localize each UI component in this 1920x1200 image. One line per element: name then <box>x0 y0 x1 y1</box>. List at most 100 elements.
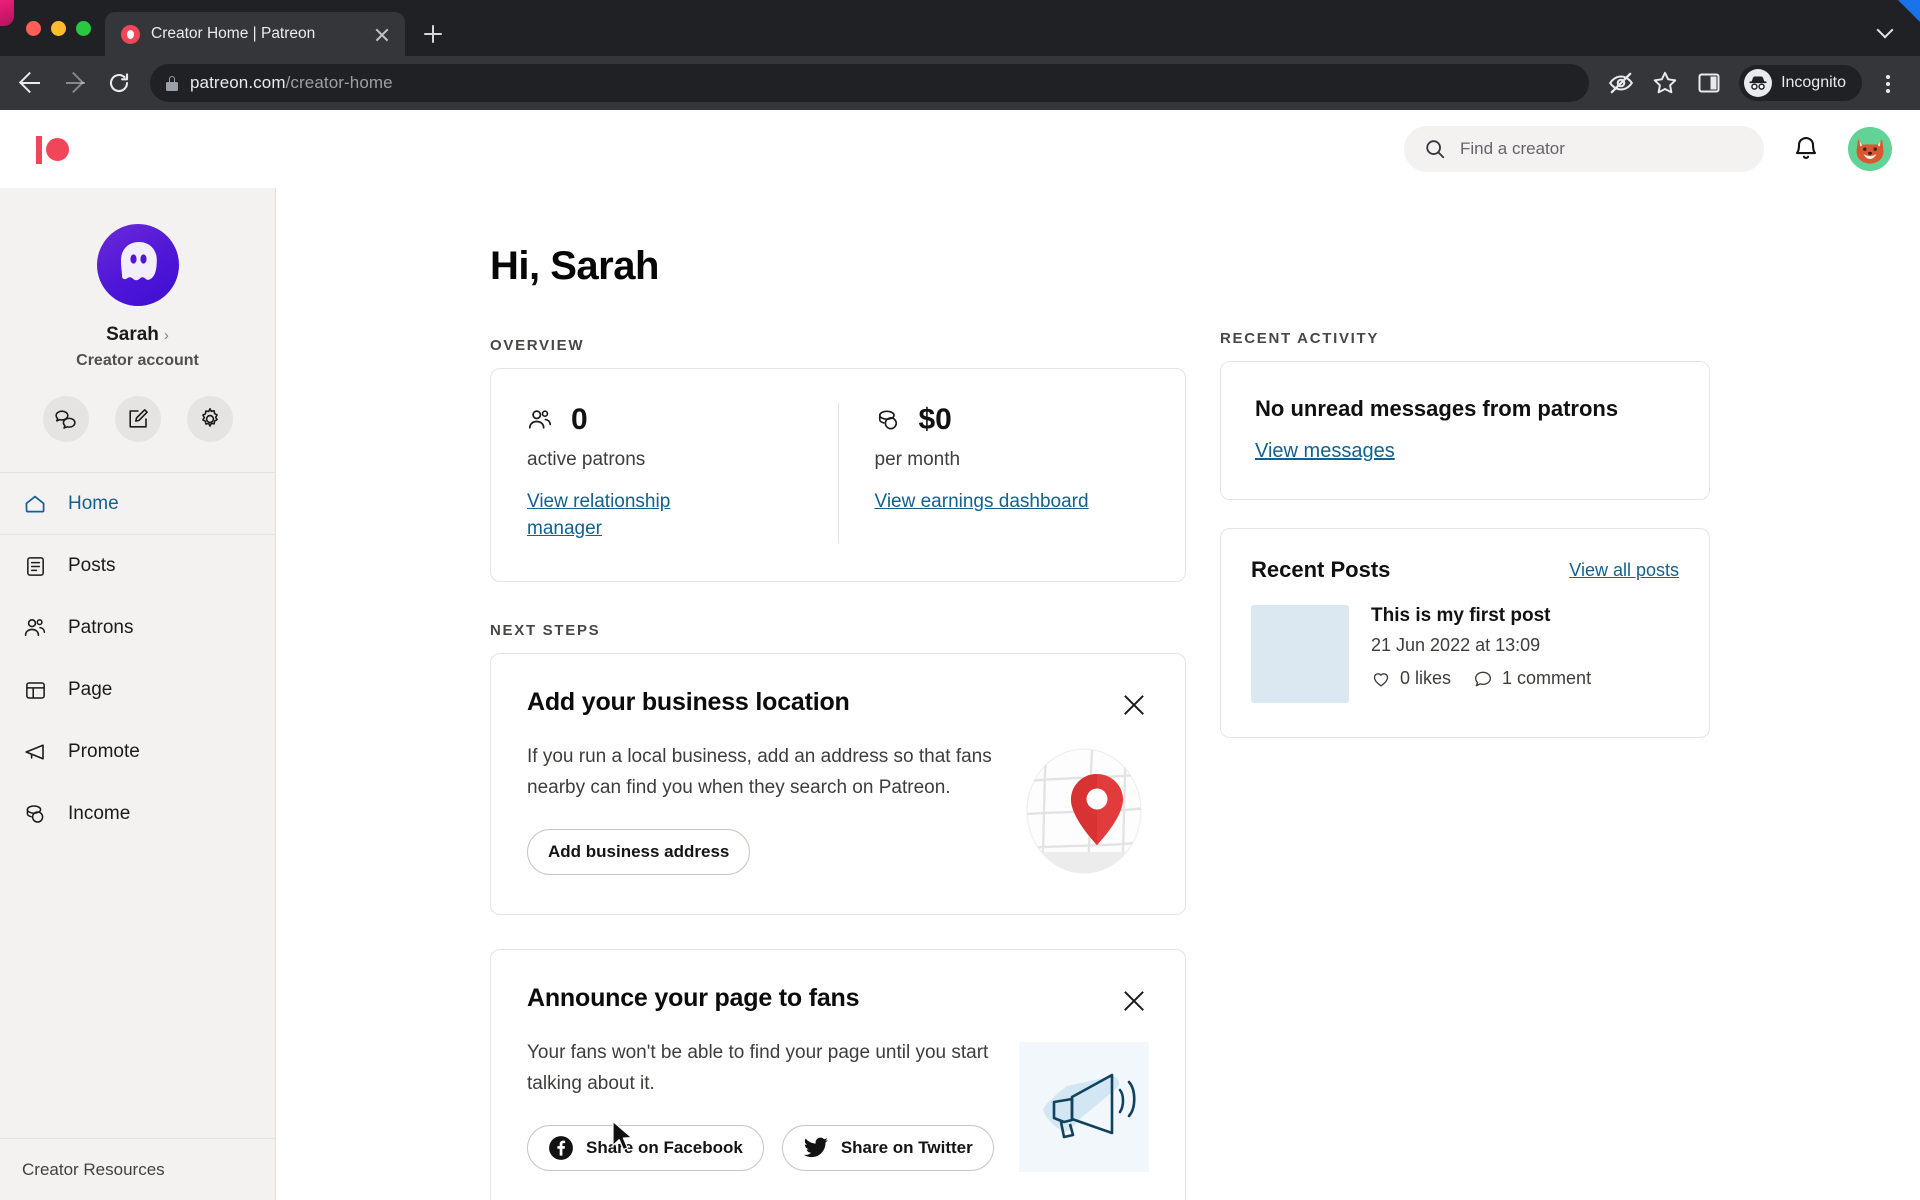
search-input[interactable]: Find a creator <box>1404 126 1764 172</box>
notifications-button[interactable] <box>1784 127 1828 171</box>
third-party-cookies-blocked-button[interactable] <box>1601 63 1641 103</box>
twitter-icon <box>803 1137 829 1159</box>
card-description: Your fans won't be able to find your pag… <box>527 1038 999 1100</box>
window-corner-accent <box>1898 0 1920 22</box>
search-placeholder: Find a creator <box>1460 139 1565 159</box>
bookmark-star-icon <box>1652 70 1678 96</box>
main-left-column: Hi, Sarah OVERVIEW <box>490 244 1186 1200</box>
coins-icon <box>875 407 901 433</box>
close-window-button[interactable] <box>26 21 41 36</box>
sidebar-item-page[interactable]: Page <box>0 659 275 721</box>
sidebar-item-promote[interactable]: Promote <box>0 721 275 783</box>
tab-title: Creator Home | Patreon <box>151 25 360 43</box>
view-all-posts-link[interactable]: View all posts <box>1569 560 1679 581</box>
maximize-window-button[interactable] <box>76 21 91 36</box>
browser-tab[interactable]: Creator Home | Patreon <box>105 12 405 56</box>
settings-button[interactable] <box>187 396 233 442</box>
browser-tab-strip: Creator Home | Patreon <box>0 0 1920 56</box>
forward-button[interactable] <box>54 62 96 104</box>
side-panel-icon <box>1697 71 1721 95</box>
sidebar-profile-role: Creator account <box>0 352 275 370</box>
overview-stat-earnings: $0 per month View earnings dashboard <box>838 403 1186 543</box>
map-pin-illustration <box>1019 746 1149 876</box>
overview-card: 0 active patrons View relationship manag… <box>490 368 1186 582</box>
incognito-avatar-icon <box>1744 69 1772 97</box>
bookmark-button[interactable] <box>1645 63 1685 103</box>
back-button[interactable] <box>10 62 52 104</box>
sidebar-nav: Home Posts <box>0 473 275 845</box>
fox-avatar-icon <box>1848 127 1892 171</box>
unread-messages-card: No unread messages from patrons View mes… <box>1220 361 1710 500</box>
chevron-right-icon: › <box>164 327 169 344</box>
share-on-twitter-button[interactable]: Share on Twitter <box>782 1125 994 1171</box>
patreon-header: Find a creator <box>0 110 1920 188</box>
recent-activity-section-label: RECENT ACTIVITY <box>1220 330 1710 347</box>
address-bar[interactable]: patreon.com/creator-home <box>150 64 1589 102</box>
post-likes: 0 likes <box>1371 668 1451 689</box>
patreon-favicon <box>121 25 140 44</box>
browser-menu-button[interactable] <box>1870 63 1906 103</box>
page-content: Find a creator <box>0 110 1920 1200</box>
search-icon <box>1424 138 1446 160</box>
sidebar-profile-name[interactable]: Sarah› <box>0 324 275 346</box>
lock-icon <box>166 76 178 91</box>
people-icon <box>527 407 553 433</box>
page-body: Sarah› Creator account <box>0 188 1920 1200</box>
post-title: This is my first post <box>1371 605 1591 627</box>
new-tab-button[interactable] <box>411 12 455 56</box>
overview-stat-caption: active patrons <box>527 449 802 471</box>
sidebar-item-income[interactable]: Income <box>0 783 275 845</box>
next-step-card-business-location: Add your business location If you run a … <box>490 653 1186 915</box>
comment-icon <box>1473 669 1493 689</box>
sidebar-item-patrons[interactable]: Patrons <box>0 597 275 659</box>
heart-icon <box>1371 669 1391 689</box>
reload-icon <box>108 72 130 94</box>
likes-count: 0 likes <box>1400 668 1451 689</box>
messages-button[interactable] <box>43 396 89 442</box>
overview-stat-value: $0 <box>919 403 952 437</box>
browser-window: Creator Home | Patreon p <box>0 0 1920 1200</box>
coins-icon <box>22 801 48 827</box>
home-icon <box>22 491 48 517</box>
url-path: /creator-home <box>286 73 393 92</box>
button-label: Share on Twitter <box>841 1138 973 1158</box>
sidebar: Sarah› Creator account <box>0 188 276 1200</box>
button-label: Add business address <box>548 842 729 862</box>
close-icon[interactable] <box>1119 690 1149 720</box>
incognito-indicator[interactable]: Incognito <box>1739 65 1862 101</box>
side-panel-button[interactable] <box>1689 63 1729 103</box>
patreon-logo[interactable] <box>28 128 78 170</box>
share-on-facebook-button[interactable]: Share on Facebook <box>527 1125 764 1171</box>
minimize-window-button[interactable] <box>51 21 66 36</box>
sidebar-item-posts[interactable]: Posts <box>0 535 275 597</box>
chevron-down-icon <box>1877 22 1894 39</box>
add-business-address-button[interactable]: Add business address <box>527 829 750 875</box>
toolbar-icons: Incognito <box>1601 63 1906 103</box>
creator-resources-label: Creator Resources <box>22 1160 165 1180</box>
post-comments: 1 comment <box>1473 668 1591 689</box>
browser-toolbar: patreon.com/creator-home <box>0 56 1920 110</box>
close-tab-button[interactable] <box>371 23 393 45</box>
sidebar-item-home[interactable]: Home <box>0 473 275 535</box>
overview-stat-caption: per month <box>875 449 1150 471</box>
sidebar-item-label: Page <box>68 679 112 701</box>
incognito-label: Incognito <box>1781 74 1846 92</box>
window-traffic-lights[interactable] <box>20 0 105 56</box>
close-icon[interactable] <box>1119 986 1149 1016</box>
button-label: Share on Facebook <box>586 1138 743 1158</box>
card-title: Announce your page to fans <box>527 984 859 1013</box>
view-earnings-dashboard-link[interactable]: View earnings dashboard <box>875 489 1089 516</box>
avatar[interactable] <box>1848 127 1892 171</box>
create-post-button[interactable] <box>115 396 161 442</box>
facebook-icon <box>548 1135 574 1161</box>
list-item[interactable]: This is my first post 21 Jun 2022 at 13:… <box>1251 605 1679 703</box>
url-domain: patreon.com <box>190 73 286 92</box>
ghost-avatar[interactable] <box>97 224 179 306</box>
reload-button[interactable] <box>98 62 140 104</box>
sidebar-item-creator-resources[interactable]: Creator Resources <box>0 1138 275 1200</box>
view-relationship-manager-link[interactable]: View relationship manager <box>527 489 742 543</box>
sidebar-profile-actions <box>0 396 275 442</box>
gear-icon <box>198 407 222 431</box>
page-title: Hi, Sarah <box>490 244 1186 289</box>
view-messages-link[interactable]: View messages <box>1255 440 1395 463</box>
